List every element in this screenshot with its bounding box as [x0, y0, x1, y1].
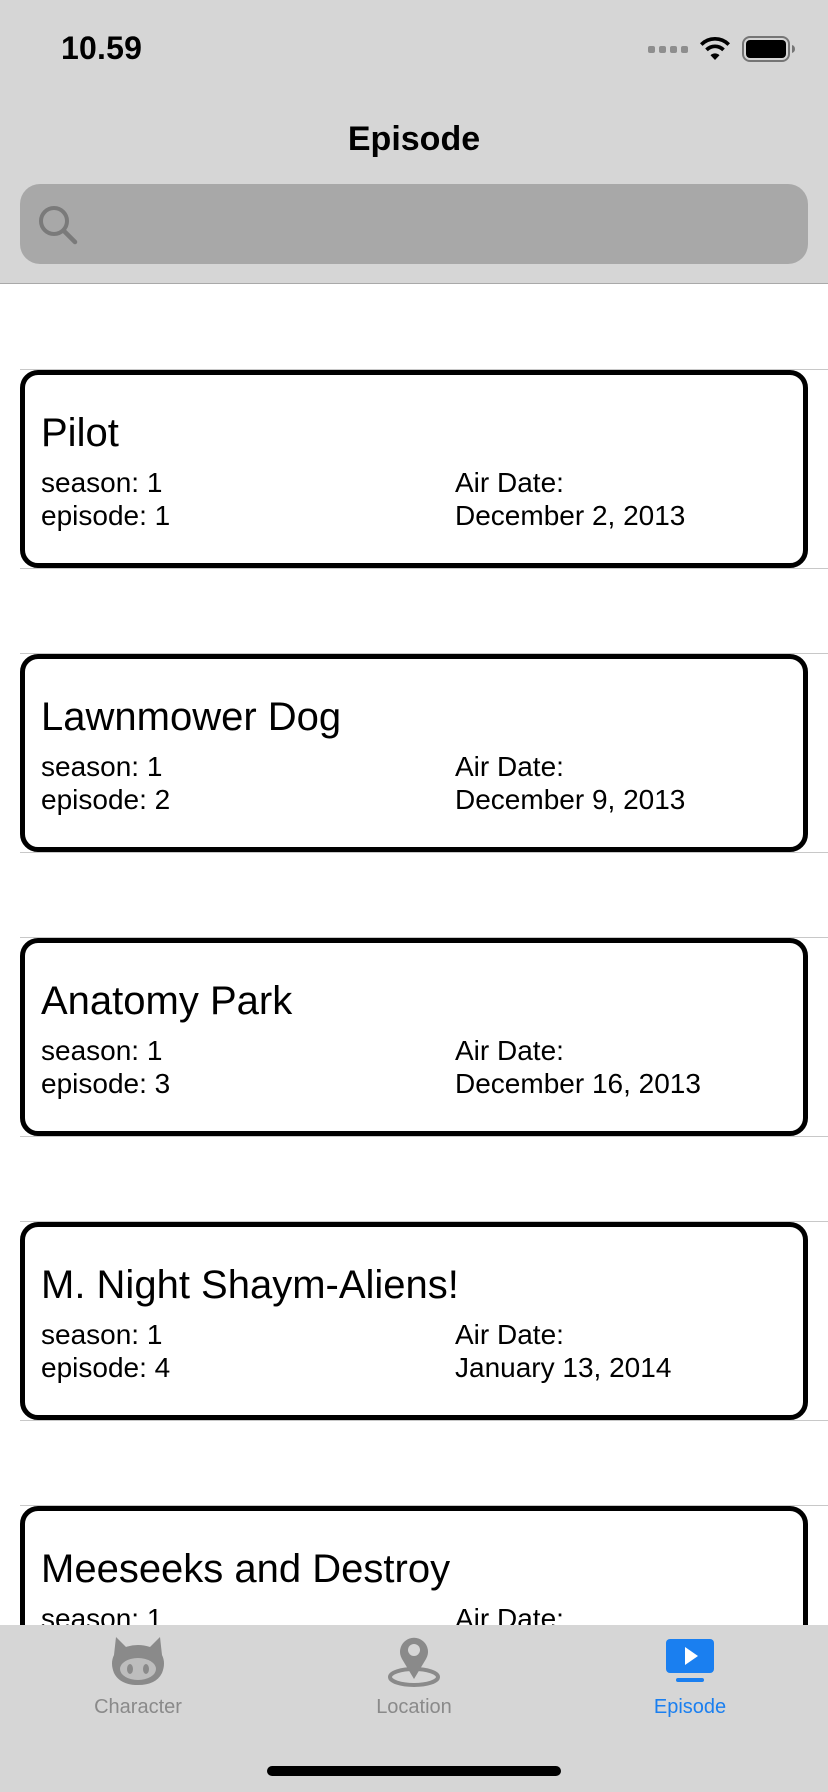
tab-label: Episode	[653, 1696, 727, 1718]
search-icon	[39, 206, 78, 245]
episode-cell[interactable]: M. Night Shaym-Aliens! season: 1 episode…	[0, 1137, 828, 1421]
episode-card[interactable]: M. Night Shaym-Aliens! season: 1 episode…	[20, 1222, 808, 1420]
episode-season: season: 1	[41, 751, 163, 782]
episode-screen: 10.59 Episode Pilot season: 1 episode: 1…	[0, 0, 828, 1792]
air-date-label: Air Date:	[455, 467, 564, 498]
wifi-icon	[700, 36, 730, 60]
status-icons	[648, 36, 796, 62]
cellular-signal-icon	[648, 45, 688, 53]
air-date-value: December 16, 2013	[455, 1068, 701, 1099]
search-bar[interactable]	[20, 184, 808, 266]
episode-title: Lawnmower Dog	[41, 695, 342, 739]
air-date-value: December 2, 2013	[455, 500, 686, 531]
episode-season: season: 1	[41, 1319, 163, 1350]
air-date-value: January 13, 2014	[455, 1352, 672, 1383]
episode-list[interactable]: Pilot season: 1 episode: 1 Air Date: Dec…	[0, 285, 828, 1625]
episode-card[interactable]: Meeseeks and Destroy season: 1 Air Date:	[20, 1506, 808, 1625]
episode-cell[interactable]: Meeseeks and Destroy season: 1 Air Date:	[0, 1421, 828, 1625]
episode-card[interactable]: Anatomy Park season: 1 episode: 3 Air Da…	[20, 938, 808, 1136]
episode-season: season: 1	[41, 1035, 163, 1066]
location-pin-icon	[388, 1637, 440, 1687]
episode-season: season: 1	[41, 1603, 163, 1625]
episode-season: season: 1	[41, 467, 163, 498]
air-date-value: December 9, 2013	[455, 784, 686, 815]
episode-title: Meeseeks and Destroy	[41, 1547, 451, 1591]
episode-card[interactable]: Lawnmower Dog season: 1 episode: 2 Air D…	[20, 654, 808, 852]
tab-label: Location	[376, 1696, 452, 1718]
air-date-label: Air Date:	[455, 1319, 564, 1350]
episode-cell[interactable]: Anatomy Park season: 1 episode: 3 Air Da…	[0, 853, 828, 1137]
tab-episode[interactable]: Episode	[552, 1625, 828, 1735]
play-tv-icon	[666, 1639, 714, 1682]
status-time: 10.59	[61, 30, 143, 66]
navigation-header: 10.59 Episode	[0, 0, 828, 284]
episode-cell[interactable]: Pilot season: 1 episode: 1 Air Date: Dec…	[0, 285, 828, 569]
tab-label: Character	[94, 1696, 182, 1718]
page-title: Episode	[347, 120, 481, 158]
episode-number: episode: 3	[41, 1068, 171, 1099]
tab-location[interactable]: Location	[276, 1625, 552, 1735]
air-date-label: Air Date:	[455, 1035, 564, 1066]
air-date-label: Air Date:	[455, 1603, 564, 1625]
episode-title: Pilot	[41, 411, 119, 455]
episode-number: episode: 2	[41, 784, 171, 815]
episode-title: Anatomy Park	[41, 979, 293, 1023]
air-date-label: Air Date:	[455, 751, 564, 782]
episode-number: episode: 4	[41, 1352, 171, 1383]
episode-card[interactable]: Pilot season: 1 episode: 1 Air Date: Dec…	[20, 370, 808, 568]
episode-number: episode: 1	[41, 500, 171, 531]
home-indicator[interactable]	[267, 1766, 561, 1776]
github-octocat-icon	[112, 1637, 164, 1685]
episode-cell[interactable]: Lawnmower Dog season: 1 episode: 2 Air D…	[0, 569, 828, 853]
battery-icon	[742, 36, 795, 62]
tab-character[interactable]: Character	[0, 1625, 276, 1735]
search-input[interactable]	[92, 184, 796, 266]
episode-title: M. Night Shaym-Aliens!	[41, 1263, 459, 1307]
